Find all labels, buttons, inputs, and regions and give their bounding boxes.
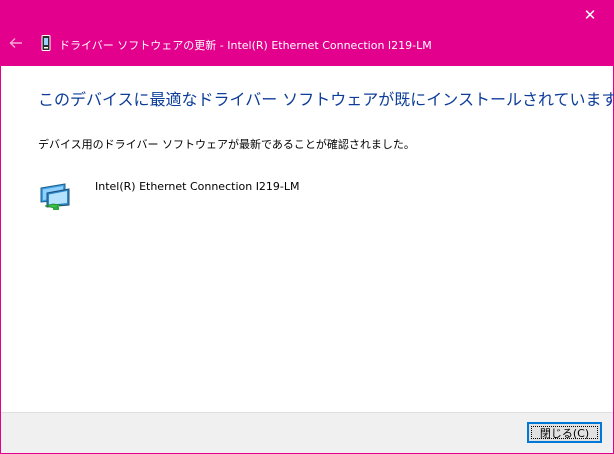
back-button[interactable] xyxy=(5,32,27,54)
driver-update-window: ✕ ドライバー ソフトウェアの更新 - Intel(R) Ethernet Co… xyxy=(0,0,614,454)
status-description: デバイス用のドライバー ソフトウェアが最新であることが確認されました。 xyxy=(38,138,415,151)
device-manager-icon xyxy=(41,35,51,51)
window-close-button[interactable]: ✕ xyxy=(567,0,613,30)
close-button-label: 閉じる(C) xyxy=(539,426,590,440)
close-icon: ✕ xyxy=(583,5,597,24)
device-name: Intel(R) Ethernet Connection I219-LM xyxy=(95,180,300,193)
device-entry: Intel(R) Ethernet Connection I219-LM xyxy=(39,178,439,212)
page-heading: このデバイスに最適なドライバー ソフトウェアが既にインストールされています。 xyxy=(38,90,614,109)
main-content: このデバイスに最適なドライバー ソフトウェアが既にインストールされています。 デ… xyxy=(1,66,614,412)
window-title: ドライバー ソフトウェアの更新 - Intel(R) Ethernet Conn… xyxy=(59,39,432,52)
navigation-bar: ドライバー ソフトウェアの更新 - Intel(R) Ethernet Conn… xyxy=(1,30,613,66)
back-arrow-icon xyxy=(9,38,22,48)
title-bar: ✕ ドライバー ソフトウェアの更新 - Intel(R) Ethernet Co… xyxy=(1,0,613,66)
close-button[interactable]: 閉じる(C) xyxy=(527,422,602,443)
network-adapter-icon xyxy=(40,183,70,210)
dialog-footer: 閉じる(C) xyxy=(1,412,613,453)
